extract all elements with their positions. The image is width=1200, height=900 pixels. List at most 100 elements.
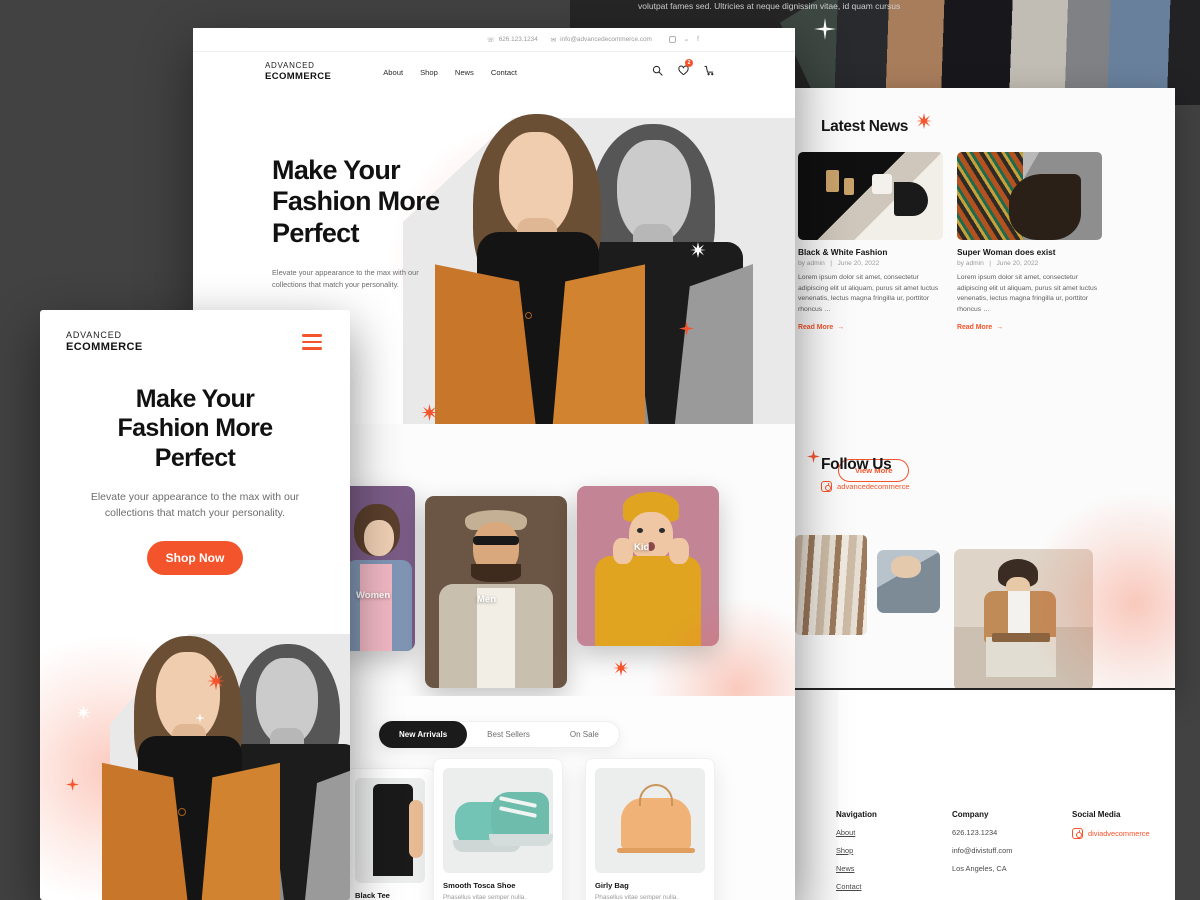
category-card-men[interactable]: Men [425, 496, 567, 688]
news-card[interactable]: Super Woman does exist by admin | June 2… [957, 152, 1102, 331]
product-name: Girly Bag [595, 881, 629, 890]
footer-instagram-handle[interactable]: diviadvecommerce [1072, 828, 1150, 839]
nav-item-contact[interactable]: Contact [491, 68, 517, 77]
dark-banner-text: volutpat fames sed. Ultricies at neque d… [638, 1, 901, 11]
hero-title-line2: Fashion More [272, 186, 440, 217]
follow-gallery-image[interactable] [954, 549, 1093, 690]
mobile-hero-title-line2: Fashion More [117, 414, 273, 443]
tab-best-sellers[interactable]: Best Sellers [467, 721, 550, 748]
sparkle-icon [916, 113, 933, 129]
footer-link[interactable]: Contact [836, 882, 914, 891]
main-nav: ADVANCED ECOMMERCE About Shop News Conta… [193, 52, 795, 92]
product-desc: Phasellus vitae semper nulla. [595, 894, 679, 900]
news-date: June 20, 2022 [996, 260, 1039, 267]
search-icon[interactable] [652, 63, 663, 81]
news-card[interactable]: Black & White Fashion by admin | June 20… [798, 152, 943, 331]
category-label: Kid [634, 542, 650, 553]
footer-column-heading: Company [952, 810, 989, 819]
footer-address: Los Angeles, CA [952, 864, 1007, 873]
mobile-hero-copy: Make Your Fashion More Perfect Elevate y… [58, 385, 332, 576]
footer-instagram-label: diviadvecommerce [1088, 829, 1150, 838]
cart-icon[interactable] [704, 63, 715, 81]
footer-panel: Navigation About Shop News Contact Compa… [795, 690, 1175, 900]
hero-title-line3: Perfect [272, 217, 360, 248]
footer-link[interactable]: News [836, 864, 914, 873]
news-excerpt: Lorem ipsum dolor sit amet, consectetur … [957, 274, 1098, 313]
instagram-handle-label: advancedecommerce [837, 482, 910, 491]
news-title: Super Woman does exist [957, 247, 1056, 257]
read-more-link[interactable]: Read More → [798, 324, 943, 331]
logo-line2: ECOMMERCE [265, 71, 332, 83]
wishlist-icon[interactable]: 2 [678, 59, 693, 81]
product-desc: Phasellus vitae semper nulla. [443, 894, 527, 900]
mobile-shop-now-button[interactable]: Shop Now [147, 541, 243, 576]
news-date: June 20, 2022 [837, 260, 880, 267]
news-author: by admin [957, 260, 984, 267]
product-card[interactable]: Smooth Tosca Shoe Phasellus vitae semper… [433, 758, 563, 900]
category-card-kid[interactable]: Kid [577, 486, 719, 646]
hero-title-line1: Make Your [272, 155, 401, 185]
news-thumbnail [798, 152, 943, 240]
topbar-phone[interactable]: ☏ 626.123.1234 [487, 36, 538, 44]
twitter-icon[interactable]: 𝄪 [685, 36, 688, 44]
logo[interactable]: ADVANCED ECOMMERCE [265, 61, 331, 82]
footer-column-company: Company 626.123.1234 info@divistuff.com … [952, 810, 1034, 900]
category-label: Men [477, 594, 496, 605]
product-image [595, 768, 705, 873]
footer-side-gradient [795, 690, 839, 900]
facebook-icon[interactable]: f [697, 36, 699, 43]
mobile-mockup-panel: ADVANCED ECOMMERCE Make Your Fashion Mor… [40, 310, 350, 900]
mobile-hero-art [40, 610, 350, 900]
nav-item-shop[interactable]: Shop [420, 68, 438, 77]
mail-icon: ✉ [550, 36, 557, 44]
product-name: Smooth Tosca Shoe [443, 881, 516, 890]
mobile-logo[interactable]: ADVANCED ECOMMERCE [66, 330, 143, 354]
product-image [355, 778, 425, 883]
sparkle-icon [76, 705, 91, 720]
nav-item-news[interactable]: News [455, 68, 474, 77]
arrow-right-icon: → [996, 324, 1004, 332]
tab-new-arrivals[interactable]: New Arrivals [379, 721, 468, 748]
follow-gallery-image[interactable] [795, 535, 867, 635]
footer-column-heading: Navigation [836, 810, 877, 819]
footer-column-heading: Social Media [1072, 810, 1121, 819]
footer-email: info@divistuff.com [952, 846, 1013, 855]
wishlist-badge: 2 [685, 59, 693, 67]
hamburger-icon[interactable] [302, 334, 322, 354]
latest-news-title: Latest News [821, 118, 909, 135]
footer-link[interactable]: Shop [836, 846, 914, 855]
logo-line1: ADVANCED [265, 61, 315, 71]
hero-title: Make Your Fashion More Perfect [272, 155, 477, 249]
instagram-icon [821, 481, 832, 492]
news-meta: by admin | June 20, 2022 [957, 260, 1102, 267]
footer-column-social: Social Media diviadvecommerce [1072, 810, 1150, 900]
topbar-email[interactable]: ✉ info@advancedecommerce.com [551, 36, 652, 44]
news-author: by admin [798, 260, 825, 267]
news-meta-divider: | [826, 260, 836, 267]
read-more-label: Read More [957, 324, 993, 332]
sparkle-icon [807, 450, 820, 463]
mobile-hero-title-line3: Perfect [154, 443, 236, 472]
product-card[interactable]: Black Tee Phasellus vitae semper nulla. … [345, 768, 435, 900]
topbar-phone-label: 626.123.1234 [498, 36, 538, 43]
category-card-women[interactable]: Women [340, 486, 415, 651]
instagram-icon[interactable] [668, 36, 676, 43]
follow-gallery-image[interactable] [877, 550, 940, 613]
read-more-link[interactable]: Read More → [957, 324, 1102, 331]
latest-news-heading-row: Latest News [821, 113, 933, 136]
topbar-socials: 𝄪 f [668, 36, 699, 44]
product-tabs: New Arrivals Best Sellers On Sale [378, 721, 620, 748]
instagram-handle[interactable]: advancedecommerce [821, 481, 910, 492]
phone-icon: ☏ [486, 36, 495, 44]
hero-subtitle: Elevate your appearance to the max with … [272, 267, 419, 290]
nav-item-about[interactable]: About [383, 68, 403, 77]
footer-phone: 626.123.1234 [952, 828, 998, 837]
read-more-label: Read More [798, 324, 834, 332]
product-card[interactable]: Girly Bag Phasellus vitae semper nulla. … [585, 758, 715, 900]
tab-on-sale[interactable]: On Sale [550, 721, 619, 748]
footer-link[interactable]: About [836, 828, 914, 837]
instagram-icon [1072, 828, 1083, 839]
news-title: Black & White Fashion [798, 247, 888, 257]
news-list: Black & White Fashion by admin | June 20… [798, 152, 1102, 331]
arrow-right-icon: → [837, 324, 845, 332]
